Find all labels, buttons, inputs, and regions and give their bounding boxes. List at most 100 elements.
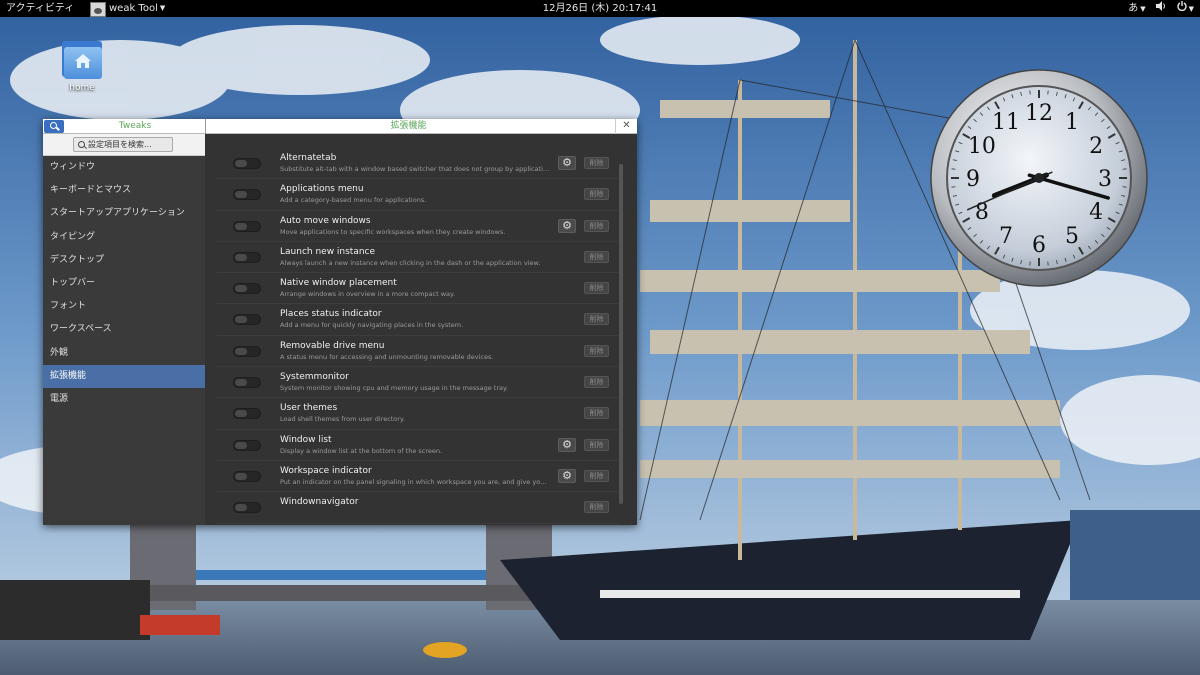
remove-extension-button[interactable]: 削除 <box>584 188 609 201</box>
remove-extension-button[interactable]: 削除 <box>584 438 609 451</box>
clock-numeral: 10 <box>968 134 996 159</box>
tweak-tool-window: Tweaks 拡張機能 ✕ 設定項目を検索... ウィンドウ キーボードとマウスス… <box>43 119 637 525</box>
extension-toggle-switch[interactable] <box>233 439 261 451</box>
input-method-indicator[interactable]: あ ▼ <box>1128 0 1145 18</box>
chevron-down-icon: ▼ <box>1140 5 1146 13</box>
extension-row: Workspace indicator Put an indicator on t… <box>217 461 619 493</box>
search-bar: 設定項目を検索... <box>43 134 205 156</box>
sidebar-item[interactable]: デスクトップ <box>43 249 205 272</box>
topbar-clock[interactable]: 12月26日 (木) 20:17:41 <box>0 0 1200 17</box>
extensions-panel: Alternatetab Substitute alt-tab with a wi… <box>205 134 637 525</box>
power-menu-icon[interactable]: ▼ <box>1176 0 1194 18</box>
sidebar-title: Tweaks <box>118 121 152 131</box>
top-bar: アクティビティ weak Tool ▼ 12月26日 (木) 20:17:41 … <box>0 0 1200 17</box>
sidebar-item[interactable]: 外観 <box>43 342 205 365</box>
search-input[interactable]: 設定項目を検索... <box>73 137 173 152</box>
sidebar-item[interactable]: ウィンドウ <box>43 156 205 179</box>
extension-toggle-switch[interactable] <box>233 502 261 514</box>
extension-row: Places status indicator Add a menu for qu… <box>217 304 619 336</box>
remove-extension-button[interactable]: 削除 <box>584 219 609 232</box>
input-method-label: あ <box>1128 3 1139 14</box>
extension-description: Move applications to specific workspaces… <box>280 227 506 236</box>
search-icon <box>78 141 85 148</box>
extension-name: Places status indicator <box>280 309 382 320</box>
clock-numeral: 12 <box>1025 101 1053 126</box>
extension-name: Auto move windows <box>280 215 371 226</box>
extension-description: A status menu for accessing and unmounti… <box>280 352 494 361</box>
window-header: Tweaks 拡張機能 ✕ <box>43 119 637 134</box>
extension-row: Systemmonitor System monitor showing cpu … <box>217 367 619 399</box>
remove-extension-button[interactable]: 削除 <box>584 344 609 357</box>
extension-name: Applications menu <box>280 184 364 195</box>
remove-extension-button[interactable]: 削除 <box>584 376 609 389</box>
sidebar-item[interactable]: トップバー <box>43 272 205 295</box>
remove-extension-button[interactable]: 削除 <box>584 157 609 169</box>
extension-name: Windownavigator <box>280 497 359 508</box>
extension-description: Arrange windows in overview in a more co… <box>280 290 456 299</box>
extension-row: Applications menu Add a category-based me… <box>217 179 619 211</box>
extension-toggle-switch[interactable] <box>233 189 261 201</box>
extension-toggle-switch[interactable] <box>233 408 261 420</box>
sidebar: 設定項目を検索... ウィンドウ キーボードとマウス スタートアップアプリケーション… <box>43 134 205 525</box>
extension-toggle-switch[interactable] <box>233 470 261 482</box>
search-placeholder: 設定項目を検索... <box>88 140 152 149</box>
sidebar-item[interactable]: スタートアップアプリケーション <box>43 202 205 225</box>
extension-name: Removable drive menu <box>280 340 385 351</box>
clock-numeral: 6 <box>1032 233 1046 258</box>
sidebar-item[interactable]: ワークスペース <box>43 318 205 341</box>
extension-row: Launch new instance Always launch a new i… <box>217 242 619 274</box>
extension-description: Add a category-based menu for applicatio… <box>280 196 427 205</box>
extension-name: Native window placement <box>280 278 397 289</box>
gear-icon[interactable]: ⚙ <box>558 156 576 170</box>
gear-icon[interactable]: ⚙ <box>558 218 576 233</box>
remove-extension-button[interactable]: 削除 <box>584 250 609 263</box>
remove-extension-button[interactable]: 削除 <box>584 407 609 420</box>
volume-icon[interactable] <box>1155 0 1167 18</box>
folder-icon <box>60 37 104 81</box>
remove-extension-button[interactable]: 削除 <box>584 469 609 482</box>
extension-row: Native window placement Arrange windows i… <box>217 273 619 305</box>
remove-extension-button[interactable]: 削除 <box>584 282 609 295</box>
system-tray: あ ▼ ▼ <box>1128 0 1194 18</box>
extension-description: Always launch a new instance when clicki… <box>280 258 541 267</box>
remove-extension-button[interactable]: 削除 <box>584 501 609 514</box>
home-folder-label: home <box>69 83 95 93</box>
search-toggle-button[interactable] <box>44 120 64 133</box>
extension-toggle-switch[interactable] <box>233 283 261 295</box>
clock-numeral: 2 <box>1089 134 1103 159</box>
sidebar-item[interactable]: タイピング <box>43 226 205 249</box>
sidebar-item[interactable]: フォント <box>43 295 205 318</box>
sidebar-item[interactable]: 拡張機能 <box>43 364 205 388</box>
remove-extension-button[interactable]: 削除 <box>584 313 609 326</box>
analog-clock-widget: 12 1234567891011 <box>930 69 1148 287</box>
extensions-list: Alternatetab Substitute alt-tab with a wi… <box>217 148 619 524</box>
clock-numeral: 5 <box>1065 224 1079 249</box>
desktop-home-folder[interactable]: home <box>58 37 106 93</box>
sidebar-item[interactable]: キーボードとマウス <box>43 179 205 202</box>
extension-toggle-switch[interactable] <box>233 345 261 357</box>
extension-description: Put an indicator on the panel signaling … <box>280 477 550 486</box>
extension-row: Window list Display a window list at the … <box>217 430 619 461</box>
clock-numeral: 1 <box>1065 110 1079 135</box>
extension-toggle-switch[interactable] <box>233 251 261 263</box>
extension-name: Systemmonitor <box>280 372 349 383</box>
extension-name: User themes <box>280 403 338 414</box>
clock-numeral: 9 <box>966 167 980 192</box>
clock-numeral: 3 <box>1098 167 1112 192</box>
extension-toggle-switch[interactable] <box>233 220 261 232</box>
gear-icon[interactable]: ⚙ <box>558 468 576 483</box>
sidebar-item[interactable]: 電源 <box>43 388 205 411</box>
extension-description: System monitor showing cpu and memory us… <box>280 384 508 393</box>
clock-numeral: 11 <box>992 110 1020 135</box>
extension-toggle-switch[interactable] <box>233 377 261 389</box>
gear-icon[interactable]: ⚙ <box>558 437 576 452</box>
close-icon[interactable]: ✕ <box>615 119 637 134</box>
extension-toggle-switch[interactable] <box>233 314 261 326</box>
extension-name: Alternatetab <box>280 153 337 163</box>
extension-toggle-switch[interactable] <box>233 158 261 169</box>
clock-numeral: 7 <box>999 224 1013 249</box>
extension-description: Display a window list at the bottom of t… <box>280 446 443 455</box>
scrollbar[interactable] <box>619 164 623 504</box>
extension-row: User themes Load shell themes from user d… <box>217 398 619 430</box>
window-title: 拡張機能 <box>390 121 427 131</box>
